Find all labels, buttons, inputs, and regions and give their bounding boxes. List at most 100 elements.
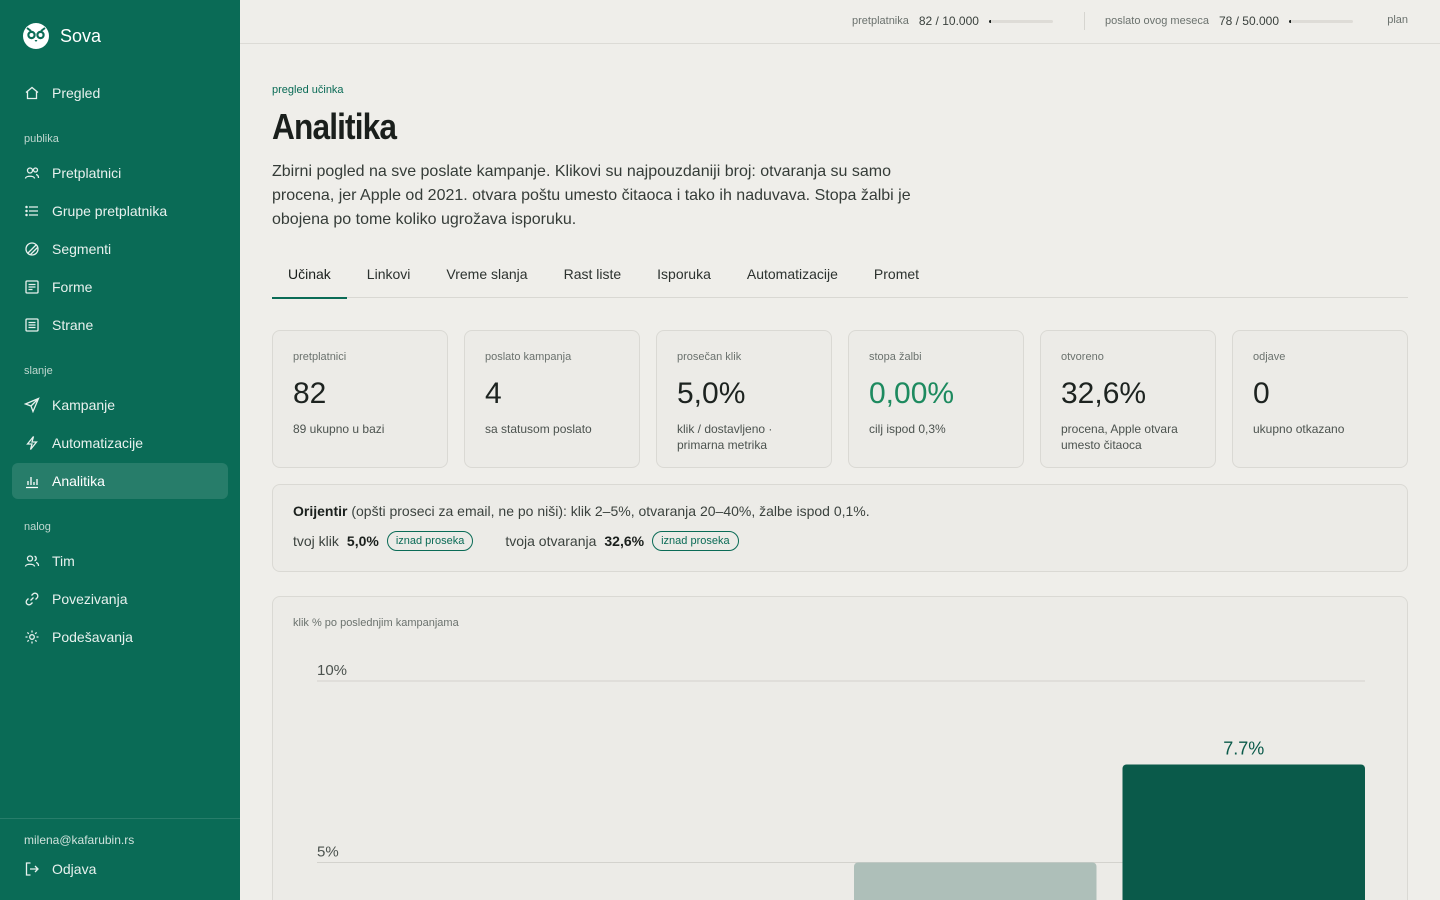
open-compare-value: 32,6%	[604, 533, 645, 549]
sidebar-item-povezivanja[interactable]: Povezivanja	[12, 581, 228, 617]
sidebar-item-automatizacije[interactable]: Automatizacije	[12, 425, 228, 461]
subscribers-quota: pretplatnika 82 / 10.000	[852, 14, 1053, 28]
tabs: Učinak Linkovi Vreme slanja Rast liste I…	[272, 258, 1408, 299]
open-compare-label: tvoja otvaranja	[505, 533, 597, 549]
sidebar-item-analitika[interactable]: Analitika	[12, 463, 228, 499]
nav-section-publika: publika	[24, 133, 59, 145]
gear-icon	[25, 630, 39, 644]
page-description: Zbirni pogled na sve poslate kampanje. K…	[272, 163, 911, 228]
tab-automatizacije[interactable]: Automatizacije	[731, 258, 854, 298]
subscribers-quota-value: 82 / 10.000	[918, 14, 979, 28]
sidebar-item-label: Strane	[52, 317, 94, 333]
sent-quota-label: poslato ovog meseca	[1105, 15, 1209, 27]
sidebar-item-label: Kampanje	[52, 397, 116, 413]
list-icon	[25, 205, 38, 217]
tab-linkovi[interactable]: Linkovi	[351, 258, 427, 298]
kpi-card-unsubscribes: odjave 0 ukupno otkazano	[1232, 330, 1408, 468]
sidebar-item-label: Segmenti	[52, 241, 112, 257]
segments-icon	[25, 242, 39, 256]
subscribers-quota-label: pretplatnika	[852, 15, 909, 27]
y-tick-label: 10%	[317, 662, 347, 679]
kpi-subtext: ukupno otkazano	[1253, 422, 1345, 436]
kpi-subtext: 89 ukupno u bazi	[293, 422, 385, 436]
kpi-value: 0	[1253, 377, 1270, 410]
kpi-card-opened: otvoreno 32,6% procena, Apple otvara ume…	[1040, 330, 1216, 468]
sidebar-item-label: Pregled	[52, 85, 101, 101]
users-icon	[24, 167, 40, 179]
benchmark-text: Orijentir (opšti proseci za email, ne po…	[293, 503, 1387, 519]
logout-icon	[25, 862, 39, 876]
click-compare-value: 5,0%	[346, 533, 379, 549]
click-chart-card: klik % po poslednjim kampanjama 10% 5% 7.7…	[272, 596, 1408, 900]
tab-rast-liste[interactable]: Rast liste	[548, 258, 638, 298]
kpi-card-campaigns-sent: poslato kampanja 4 sa statusom poslato	[464, 330, 640, 468]
sidebar-divider	[0, 818, 240, 819]
kpi-subtext: klik / dostavljeno · primarna metrika	[677, 422, 773, 452]
kpi-label: odjave	[1253, 351, 1286, 363]
page-eyebrow: pregled učinka	[272, 84, 344, 96]
sidebar-item-label: Forme	[52, 279, 93, 295]
chart-bar[interactable]	[854, 862, 1097, 900]
plan-link[interactable]: plan	[1387, 14, 1408, 26]
sidebar-item-kampanje[interactable]: Kampanje	[12, 387, 228, 423]
kpi-card-complaint-rate: stopa žalbi 0,00% cilj ispod 0,3%	[848, 330, 1024, 468]
click-bar-chart: 10% 5% 7.7%	[317, 662, 1366, 900]
user-email: milena@kafarubin.rs	[24, 833, 135, 847]
sent-quota: poslato ovog meseca 78 / 50.000	[1105, 14, 1354, 28]
sent-quota-value: 78 / 50.000	[1218, 14, 1280, 28]
sidebar-item-label: Tim	[52, 553, 75, 569]
benchmark-card: Orijentir (opšti proseci za email, ne po…	[272, 484, 1408, 572]
tab-promet[interactable]: Promet	[858, 258, 935, 298]
kpi-label: stopa žalbi	[869, 351, 922, 363]
sidebar-item-label: Analitika	[52, 473, 105, 489]
sidebar-item-label: Povezivanja	[52, 591, 128, 607]
team-icon	[24, 555, 40, 567]
kpi-value: 82	[293, 377, 327, 410]
kpi-label: poslato kampanja	[485, 351, 572, 363]
kpi-subtext: cilj ispod 0,3%	[869, 422, 946, 436]
bar-data-label: 7.7%	[1223, 738, 1264, 758]
kpi-label: prosečan klik	[677, 351, 742, 363]
nav-section-nalog: nalog	[24, 521, 51, 533]
logout-label: Odjava	[52, 861, 97, 877]
tab-ucinak[interactable]: Učinak	[272, 258, 347, 299]
benchmark-description: (opšti proseci za email, ne po niši): kl…	[347, 503, 870, 519]
kpi-card-subscribers: pretplatnici 82 89 ukupno u bazi	[272, 330, 448, 468]
sent-progress-bar	[1289, 19, 1354, 23]
home-icon	[25, 86, 39, 100]
brand-name: Sova	[60, 25, 102, 46]
subscribers-progress-fill	[988, 19, 991, 23]
brand[interactable]: Sova	[22, 22, 101, 50]
sidebar-item-pregled[interactable]: Pregled	[12, 75, 228, 111]
click-status-badge: iznad proseka	[386, 531, 474, 551]
kpi-value: 32,6%	[1061, 377, 1147, 410]
sidebar-item-segmenti[interactable]: Segmenti	[12, 231, 228, 267]
sidebar-item-strane[interactable]: Strane	[12, 307, 228, 343]
nav-section-slanje: slanje	[24, 365, 53, 377]
sidebar-item-pretplatnici[interactable]: Pretplatnici	[12, 155, 228, 191]
sidebar-item-label: Pretplatnici	[52, 165, 122, 181]
benchmark-comparison: tvoj klik 5,0% iznad proseka tvoja otvar…	[293, 531, 1387, 551]
chart-bar[interactable]	[1122, 764, 1366, 900]
logout-button[interactable]: Odjava	[12, 851, 228, 887]
kpi-subtext: procena, Apple otvara umesto čitaoca	[1061, 422, 1178, 452]
kpi-label: pretplatnici	[293, 351, 347, 363]
sidebar-item-podesavanja[interactable]: Podešavanja	[12, 619, 228, 655]
kpi-value: 5,0%	[677, 377, 746, 410]
kpi-value: 4	[485, 377, 502, 410]
tab-isporuka[interactable]: Isporuka	[641, 258, 727, 298]
sidebar-item-grupe-pretplatnika[interactable]: Grupe pretplatnika	[12, 193, 228, 229]
sidebar-item-label: Automatizacije	[52, 435, 144, 451]
form-icon	[25, 280, 39, 294]
sidebar-item-label: Podešavanja	[52, 629, 133, 645]
kpi-value: 0,00%	[869, 377, 955, 410]
page-icon	[25, 318, 39, 332]
sidebar-item-label: Grupe pretplatnika	[52, 203, 168, 219]
sidebar-item-forme[interactable]: Forme	[12, 269, 228, 305]
tab-vreme-slanja[interactable]: Vreme slanja	[430, 258, 543, 298]
bolt-icon	[26, 436, 38, 450]
owl-logo-icon	[23, 23, 49, 49]
bar-chart-icon	[26, 477, 38, 489]
sent-progress-fill	[1289, 19, 1291, 23]
sidebar-item-tim[interactable]: Tim	[12, 543, 228, 579]
